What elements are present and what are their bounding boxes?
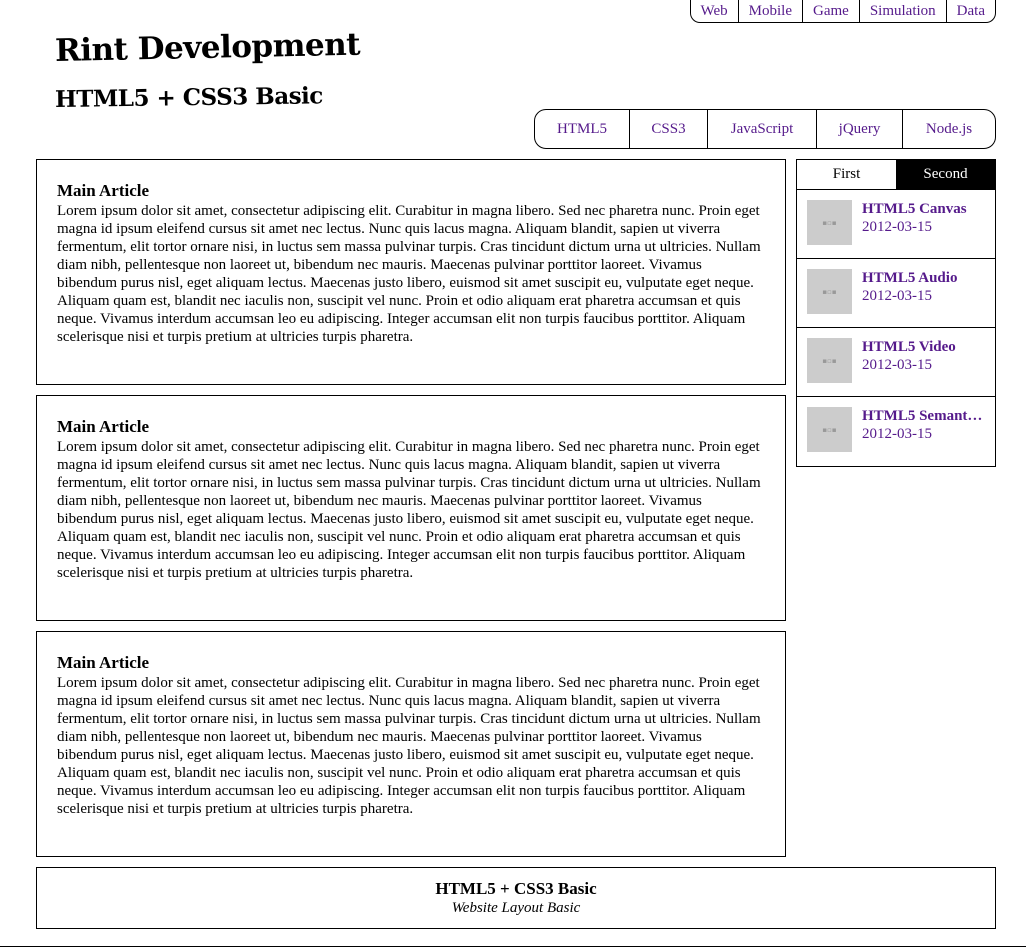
site-subtitle: HTML5 + CSS3 Basic [54,82,324,113]
thumbnail-image: ▪▫▪ [807,269,852,314]
article: Main Article Lorem ipsum dolor sit amet,… [36,395,786,621]
tab-second[interactable]: Second [896,160,995,189]
article-title: Main Article [57,181,150,200]
thumbnail-image: ▪▫▪ [807,338,852,383]
sidebar-item-text: HTML5 Canvas 2012-03-15 [862,200,985,248]
sidebar-item-title[interactable]: HTML5 Video [862,338,985,356]
article-body: Lorem ipsum dolor sit amet, consectetur … [57,203,761,345]
article: Main Article Lorem ipsum dolor sit amet,… [36,159,786,385]
site-title: Rint Development [54,26,361,69]
top-nav-game-link[interactable]: Game [802,0,859,22]
main-nav-html5-link[interactable]: HTML5 [535,110,629,148]
main-nav-css3-link[interactable]: CSS3 [629,110,707,148]
sidebar-item[interactable]: ▪▫▪ HTML5 Video 2012-03-15 [797,328,995,397]
footer: HTML5 + CSS3 Basic Website Layout Basic [36,867,996,929]
article: Main Article Lorem ipsum dolor sit amet,… [36,631,786,857]
top-nav: Web Mobile Game Simulation Data [689,0,996,23]
article-title: Main Article [57,417,150,436]
sidebar: First Second ▪▫▪ HTML5 Canvas 2012-03-15… [796,159,996,467]
sidebar-item-title[interactable]: HTML5 Audio [862,269,985,287]
article-body: Lorem ipsum dolor sit amet, consectetur … [57,675,761,817]
main-nav-jquery-link[interactable]: jQuery [816,110,902,148]
footer-subtitle: Website Layout Basic [451,900,581,916]
footer-title: HTML5 + CSS3 Basic [435,879,597,898]
tab-first[interactable]: First [797,160,896,189]
top-nav-simulation-link[interactable]: Simulation [858,0,946,22]
top-nav-data-link[interactable]: Data [945,0,995,22]
sidebar-item-date[interactable]: 2012-03-15 [862,356,985,374]
main-nav: HTML5 CSS3 JavaScript jQuery Node.js [534,109,996,149]
sidebar-item-date[interactable]: 2012-03-15 [862,425,985,443]
main-nav-nodejs-link[interactable]: Node.js [902,110,995,148]
article-body: Lorem ipsum dolor sit amet, consectetur … [57,439,761,581]
page: Web Mobile Game Simulation Data Rint Dev… [0,0,1026,949]
top-nav-mobile-link[interactable]: Mobile [737,0,802,22]
sidebar-tabs: First Second [797,160,995,190]
sidebar-item-title[interactable]: HTML5 Canvas [862,200,985,218]
sidebar-item[interactable]: ▪▫▪ HTML5 Canvas 2012-03-15 [797,190,995,259]
sidebar-item-title[interactable]: HTML5 Semantic Web [862,407,985,425]
thumbnail-image: ▪▫▪ [807,200,852,245]
article-title: Main Article [57,653,150,672]
sidebar-item-date[interactable]: 2012-03-15 [862,218,985,236]
sidebar-item-text: HTML5 Semantic Web 2012-03-15 [862,407,985,456]
main-nav-javascript-link[interactable]: JavaScript [707,110,816,148]
thumbnail-image: ▪▫▪ [807,407,852,452]
top-nav-web-link[interactable]: Web [691,0,738,22]
sidebar-item-text: HTML5 Audio 2012-03-15 [862,269,985,317]
article-list: Main Article Lorem ipsum dolor sit amet,… [36,159,786,867]
sidebar-item[interactable]: ▪▫▪ HTML5 Semantic Web 2012-03-15 [797,397,995,466]
sidebar-item[interactable]: ▪▫▪ HTML5 Audio 2012-03-15 [797,259,995,328]
sidebar-item-date[interactable]: 2012-03-15 [862,287,985,305]
divider [0,946,1026,947]
sidebar-item-text: HTML5 Video 2012-03-15 [862,338,985,386]
